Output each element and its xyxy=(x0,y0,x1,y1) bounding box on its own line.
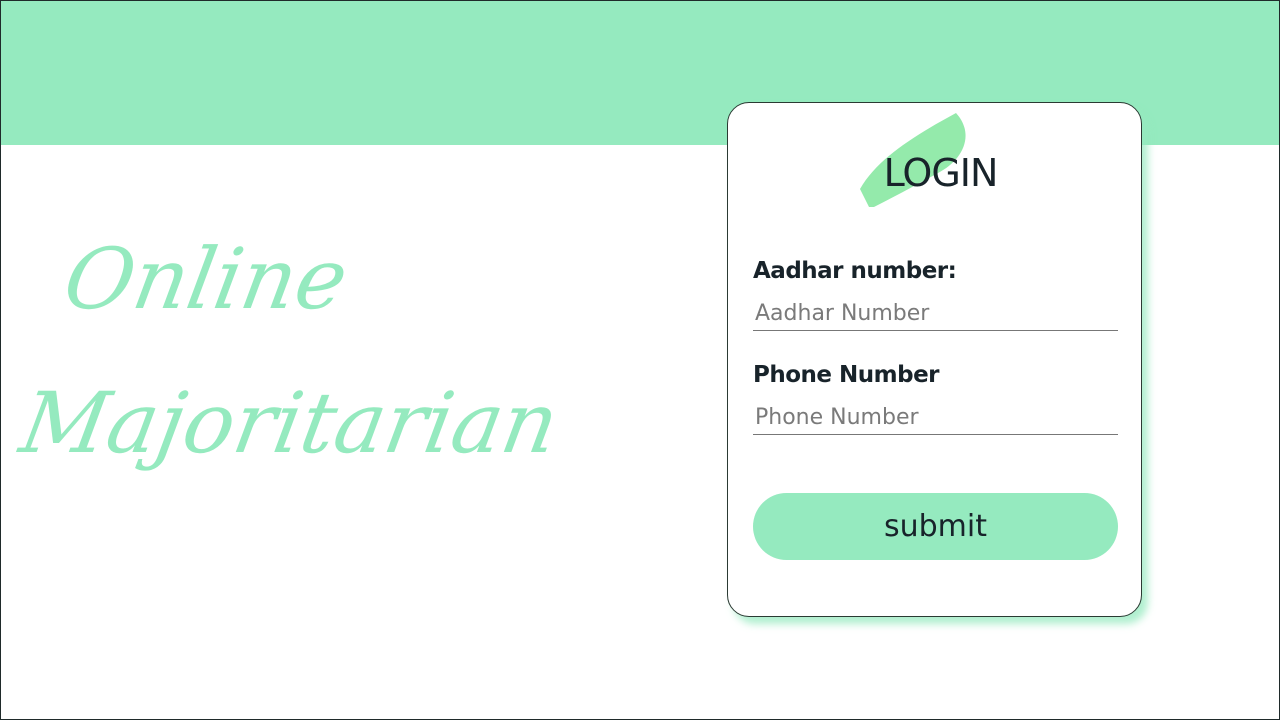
login-title: LOGIN xyxy=(883,151,999,195)
page: Online Majoritarian LOGIN Aadhar number:… xyxy=(0,0,1280,720)
aadhar-label: Aadhar number: xyxy=(753,258,957,284)
submit-button[interactable]: submit xyxy=(753,493,1118,560)
phone-label: Phone Number xyxy=(753,362,940,388)
site-title: Online Majoritarian xyxy=(13,230,590,472)
site-title-line-1: Online xyxy=(57,230,355,328)
site-title-line-2: Majoritarian xyxy=(13,374,566,472)
phone-input[interactable] xyxy=(753,401,1118,435)
aadhar-input[interactable] xyxy=(753,297,1118,331)
login-card: LOGIN Aadhar number: Phone Number submit xyxy=(727,102,1142,617)
